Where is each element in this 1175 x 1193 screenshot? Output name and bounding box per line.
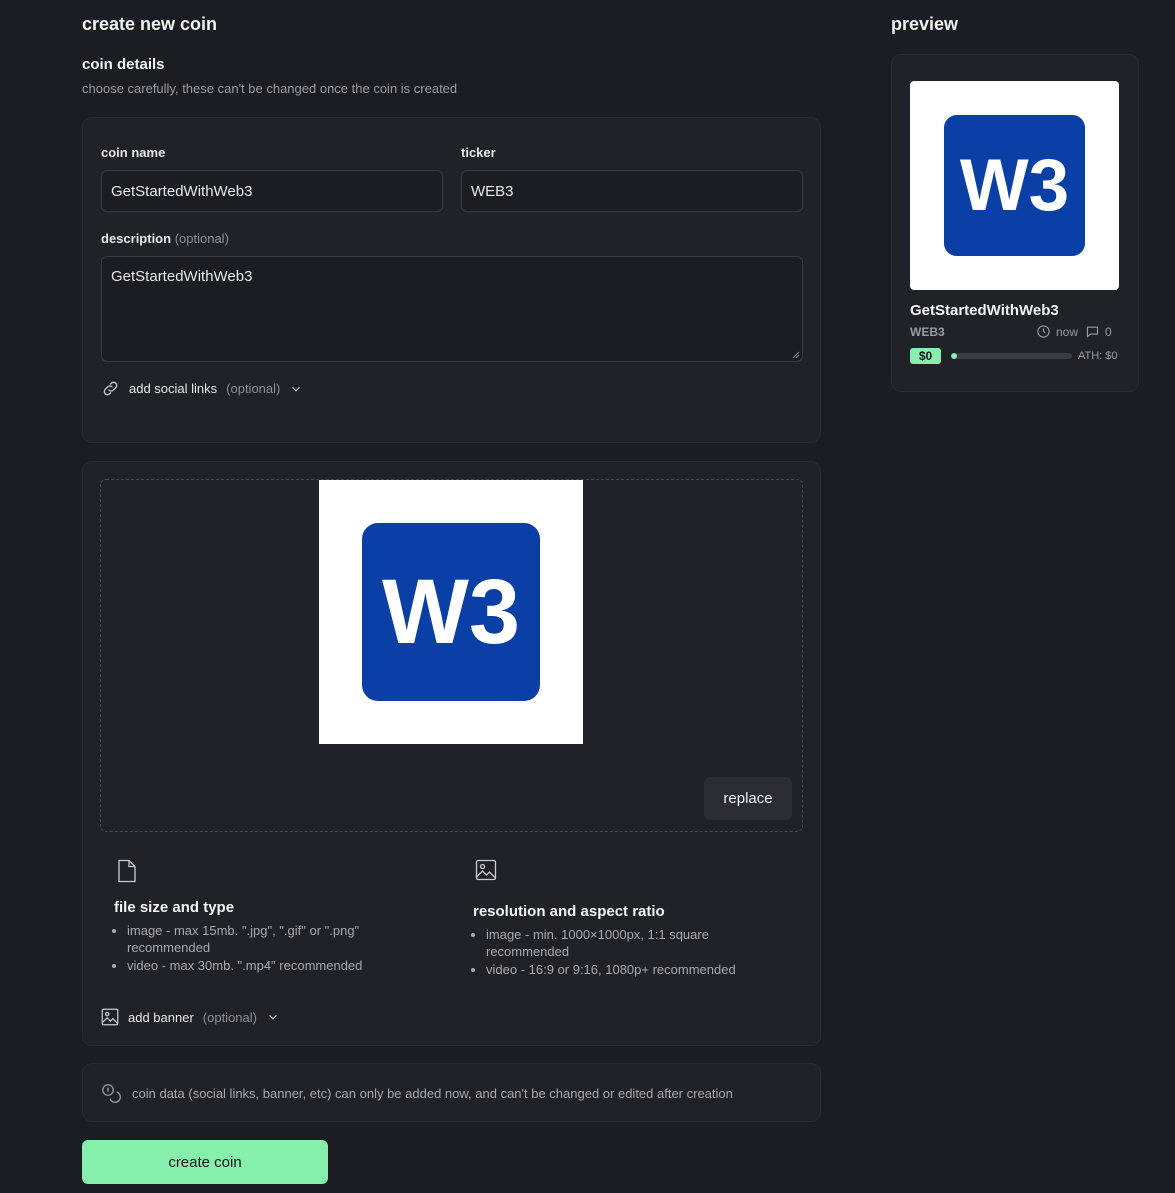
notice: coin data (social links, banner, etc) ca…: [101, 1083, 733, 1104]
image-dropzone[interactable]: W3 replace: [100, 479, 803, 832]
ath-value: ATH: $0: [1078, 350, 1118, 362]
ticker-value: WEB3: [471, 182, 514, 200]
res-req-item: image - min. 1000×1000px, 1:1 square rec…: [486, 926, 793, 960]
description-optional: (optional): [174, 231, 229, 246]
chevron-down-icon: [292, 386, 301, 392]
link-icon: [103, 381, 118, 396]
add-social-links-label: add social links: [129, 381, 218, 396]
coin-name-label: coin name: [101, 145, 166, 160]
w3-logo-icon: W3: [362, 523, 540, 701]
file-icon: [118, 859, 136, 883]
replace-button[interactable]: replace: [704, 777, 792, 820]
file-req-item: video - max 30mb. ".mp4" recommended: [127, 957, 434, 974]
preview-comments: 0: [1105, 324, 1112, 339]
res-req-item: video - 16:9 or 9:16, 1080p+ recommended: [486, 961, 793, 978]
coin-name-input[interactable]: GetStartedWithWeb3: [101, 170, 443, 212]
coin-name-value: GetStartedWithWeb3: [111, 182, 253, 200]
clock-icon: [1037, 325, 1050, 338]
preview-name: GetStartedWithWeb3: [910, 302, 1059, 319]
description-textarea[interactable]: GetStartedWithWeb3: [101, 256, 803, 362]
preview-ticker: WEB3: [910, 325, 945, 339]
resize-grip-icon[interactable]: [792, 351, 800, 359]
add-social-links-toggle[interactable]: add social links (optional): [101, 379, 303, 398]
preview-meta: now 0: [1036, 324, 1112, 339]
preview-time: now: [1056, 324, 1079, 339]
resolution-requirements: resolution and aspect ratio image - min.…: [473, 903, 793, 979]
page-title: create new coin: [82, 14, 218, 34]
description-label: description (optional): [101, 231, 229, 246]
create-coin-button[interactable]: create coin: [82, 1140, 328, 1184]
image-icon: [475, 859, 497, 881]
chevron-down-icon: [269, 1014, 277, 1020]
uploaded-image: W3: [319, 480, 583, 744]
preview-title: preview: [891, 14, 959, 34]
res-req-list: image - min. 1000×1000px, 1:1 square rec…: [473, 926, 793, 978]
res-req-title: resolution and aspect ratio: [473, 903, 665, 920]
coin-details-card: coin name GetStartedWithWeb3 ticker WEB3…: [82, 117, 821, 443]
ticker-input[interactable]: WEB3: [461, 170, 803, 212]
w3-logo-text: W3: [382, 561, 520, 663]
file-req-list: image - max 15mb. ".jpg", ".gif" or ".pn…: [114, 922, 434, 974]
coins-icon: [102, 1084, 121, 1103]
add-banner-toggle[interactable]: add banner (optional): [101, 1008, 280, 1026]
banner-image-icon: [101, 1008, 119, 1026]
file-requirements: file size and type image - max 15mb. ".j…: [114, 899, 434, 975]
media-card: W3 replace file size and type image - ma…: [82, 461, 821, 1046]
w3-logo-icon: W3: [944, 115, 1085, 256]
w3-logo-text: W3: [960, 145, 1069, 226]
bonding-progress-fill: [951, 353, 957, 359]
bonding-progress-bar: [951, 353, 1072, 359]
replace-label: replace: [723, 790, 773, 807]
description-label-text: description: [101, 231, 172, 246]
preview-image: W3: [910, 81, 1119, 290]
add-social-links-optional: (optional): [226, 381, 281, 396]
market-cap-badge: $0: [910, 348, 941, 364]
notice-card: coin data (social links, banner, etc) ca…: [82, 1063, 821, 1122]
description-value: GetStartedWithWeb3: [111, 268, 253, 285]
file-req-item: image - max 15mb. ".jpg", ".gif" or ".pn…: [127, 922, 434, 956]
add-banner-label: add banner: [128, 1009, 194, 1025]
file-req-title: file size and type: [114, 899, 235, 916]
section-subtitle: choose carefully, these can't be changed…: [82, 81, 458, 96]
create-coin-label: create coin: [168, 1153, 242, 1171]
ticker-label: ticker: [461, 145, 496, 160]
comment-icon: [1086, 326, 1099, 338]
notice-text: coin data (social links, banner, etc) ca…: [132, 1086, 733, 1101]
preview-card: W3 GetStartedWithWeb3 WEB3 now 0 $0 ATH:…: [891, 54, 1139, 392]
market-cap-value: $0: [918, 349, 933, 363]
section-title: coin details: [82, 56, 165, 73]
add-banner-optional: (optional): [202, 1009, 257, 1025]
